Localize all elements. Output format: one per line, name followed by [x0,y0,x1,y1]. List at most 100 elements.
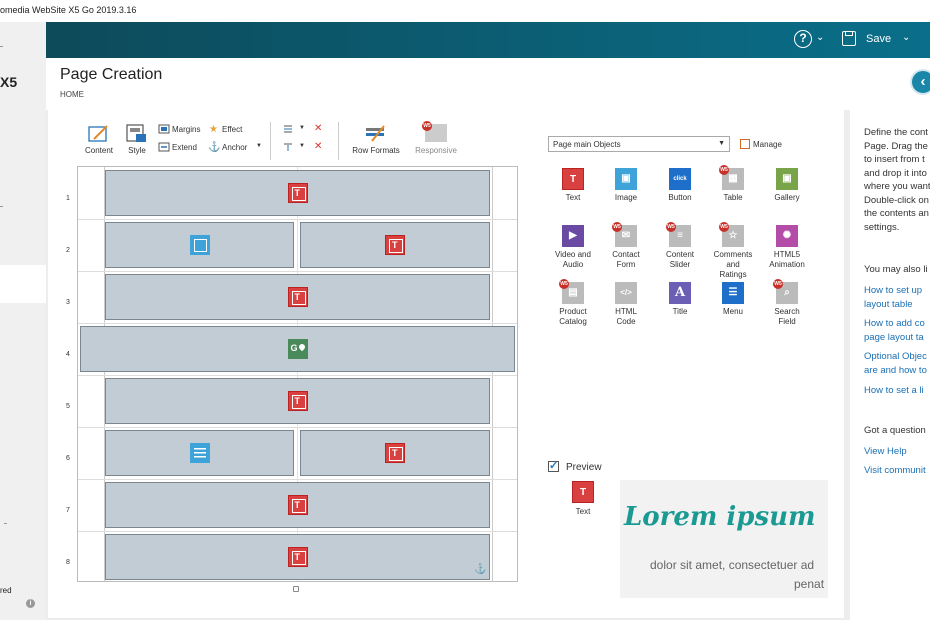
sidebar-item-selected[interactable] [0,265,46,524]
style-icon[interactable] [126,124,148,144]
object-table[interactable]: W5 ▦ Table [711,165,755,203]
help-also-heading: You may also li [864,264,928,275]
page-title: Page Creation [60,66,163,83]
info-icon[interactable]: i [26,599,35,608]
image-object-icon [189,235,210,255]
row-number: 8 [66,559,70,566]
grid-cell-text[interactable] [105,170,490,216]
delete-row-icon[interactable]: ✕ [314,123,322,134]
object-gallery[interactable]: ▣ Gallery [765,168,809,203]
visit-community-link[interactable]: Visit communit [864,464,930,478]
style-button[interactable]: Style [122,146,152,155]
margins-icon[interactable] [158,124,170,134]
chevron-down-icon[interactable]: ▼ [299,143,305,149]
object-html-code[interactable]: </> HTML Code [604,282,648,327]
row-number: 5 [66,403,70,410]
toolbar-divider [338,122,339,160]
object-content-slider[interactable]: W5 ≡ Content Slider [658,222,702,270]
responsive-icon[interactable]: W5 [422,121,447,142]
effect-button[interactable]: Effect [222,125,242,134]
grid-cell-map[interactable] [80,326,515,372]
effect-icon[interactable]: ★ [209,124,218,135]
chevron-down-icon[interactable]: ⌄ [816,32,824,43]
save-button[interactable]: Save [866,33,891,45]
preview-body-2: penat [794,577,825,591]
view-help-link[interactable]: View Help [864,445,930,459]
sidebar-footer-text: red [0,586,12,595]
back-button[interactable]: ‹ [910,69,930,95]
map-object-icon [287,339,308,359]
grid-cell-text[interactable] [105,378,490,424]
object-comments-ratings[interactable]: W5 ☆ Comments and Ratings [711,222,755,280]
help-text: Define the cont Page. Drag the to insert… [864,127,930,233]
content-button[interactable]: Content [80,146,118,155]
grid-cell-text[interactable] [105,274,490,320]
text-object-icon [287,495,308,515]
object-html5-animation[interactable]: ✺ HTML5 Animation [765,225,809,270]
object-video-audio[interactable]: ▶ Video and Audio [551,225,595,270]
insert-row-icon[interactable] [282,124,294,134]
grid-cell-image[interactable] [105,222,294,268]
object-search-field[interactable]: W5 ⌕ Search Field [765,279,809,327]
breadcrumb[interactable]: HOME [60,90,84,99]
margins-button[interactable]: Margins [172,125,200,134]
help-link[interactable]: Optional Objec are and how to [864,350,930,377]
text-icon: T [562,168,584,190]
table-icon: W5 ▦ [719,165,744,190]
object-button[interactable]: click Button [658,168,702,203]
object-text[interactable]: T Text [551,168,595,203]
anchor-button[interactable]: Anchor [222,143,247,152]
help-link[interactable]: How to set a li [864,384,930,398]
object-menu[interactable]: ☰ Menu [711,282,755,317]
delete-cell-icon[interactable]: ✕ [314,141,322,152]
preview-object: T Text [568,481,598,516]
help-link[interactable]: How to set up layout table [864,284,930,311]
text-object-icon [385,235,405,255]
left-sidebar: X5 red i [0,22,46,620]
title-icon: A [669,282,691,304]
manage-icon[interactable] [740,139,750,149]
text-object-icon [287,183,308,203]
object-contact-form[interactable]: W5 ✉ Contact Form [604,222,648,270]
row-number: 3 [66,299,70,306]
help-question: Got a question [864,425,926,436]
preview-area: Lorem ipsum dolor sit amet, consectetuer… [620,480,828,598]
preview-heading: Lorem ipsum [624,502,816,532]
code-icon: </> [615,282,637,304]
lock-icon[interactable] [293,586,299,592]
menu-icon: ☰ [722,282,744,304]
content-icon[interactable] [88,124,110,144]
move-row-icon[interactable] [282,142,294,152]
chevron-down-icon[interactable]: ▼ [256,143,262,149]
extend-icon[interactable] [158,142,170,152]
grid-cell-text[interactable] [300,222,490,268]
image-icon: ▣ [615,168,637,190]
chevron-down-icon[interactable]: ▼ [299,125,305,131]
row-formats-icon[interactable] [364,124,388,144]
anchor-icon[interactable]: ⚓ [208,142,220,153]
object-image[interactable]: ▣ Image [604,168,648,203]
grid-cell-text[interactable] [300,430,490,476]
grid-cell-text[interactable] [105,482,490,528]
button-icon: click [669,168,691,190]
row-number: 1 [66,195,70,202]
manage-button[interactable]: Manage [753,140,782,149]
chevron-down-icon[interactable]: ⌄ [902,32,910,43]
row-formats-button[interactable]: Row Formats [348,146,404,155]
help-icon[interactable]: ? [794,30,812,48]
object-title[interactable]: A Title [658,282,702,317]
grid-cell-text[interactable] [105,534,490,580]
anchor-icon: ⚓ [474,564,487,575]
preview-checkbox[interactable] [548,459,559,472]
object-product-catalog[interactable]: W5 ▤ Product Catalog [551,279,595,327]
grid-cell-list[interactable] [105,430,294,476]
help-link[interactable]: How to add co page layout ta [864,317,930,344]
responsive-button[interactable]: Responsive [410,146,462,155]
animation-icon: ✺ [776,225,798,247]
save-icon[interactable] [842,31,856,46]
object-category-select[interactable]: Page main Objects ▼ [548,136,730,152]
object-category-value: Page main Objects [553,140,621,149]
extend-button[interactable]: Extend [172,143,197,152]
comments-icon: W5 ☆ [719,222,744,247]
text-icon: T [572,481,594,503]
